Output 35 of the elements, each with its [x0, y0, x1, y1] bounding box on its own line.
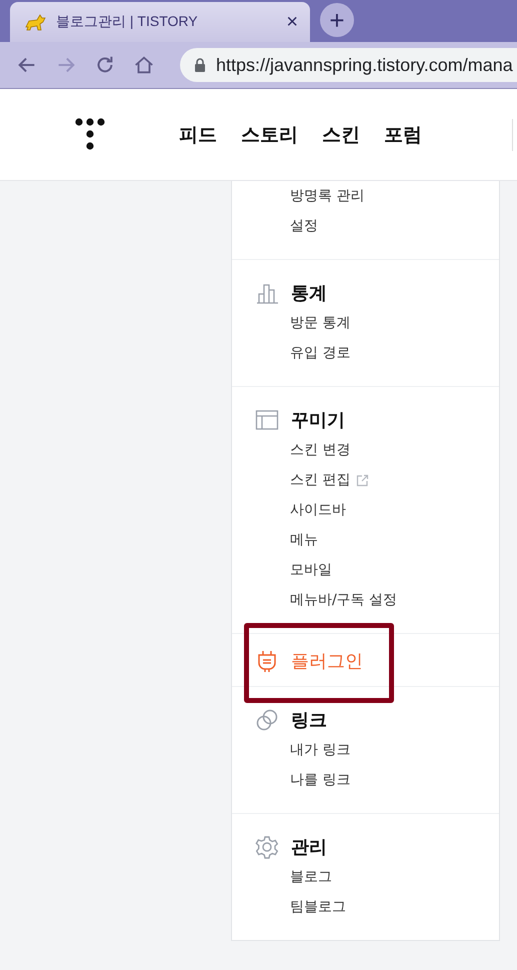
nav-link[interactable]: 포럼: [384, 122, 422, 148]
menu-link[interactable]: 나를 링크: [290, 771, 350, 789]
close-tab-button[interactable]: ×: [286, 12, 298, 32]
lock-icon: [194, 58, 206, 72]
browser-tab[interactable]: 블로그관리 | TISTORY ×: [10, 2, 310, 42]
new-tab-button[interactable]: +: [320, 3, 354, 37]
menu-link[interactable]: 모바일: [290, 561, 332, 579]
address-bar[interactable]: https://javannspring.tistory.com/mana: [180, 48, 517, 82]
section-title[interactable]: 관리: [291, 835, 327, 859]
menu-link[interactable]: 방문 통계: [290, 314, 350, 332]
layout-icon: [255, 408, 279, 432]
section-title[interactable]: 통계: [291, 281, 327, 305]
url-text: https://javannspring.tistory.com/mana: [216, 54, 513, 76]
menu-link[interactable]: 스킨 편집: [290, 471, 350, 489]
menu-link[interactable]: 내가 링크: [290, 741, 350, 759]
cat-icon: [24, 13, 46, 31]
nav-link[interactable]: 스킨: [322, 122, 360, 148]
home-icon[interactable]: [133, 54, 155, 76]
menu-link[interactable]: 설정: [290, 217, 318, 235]
link-icon: [255, 708, 279, 732]
nav-link[interactable]: 피드: [179, 122, 217, 148]
logo-icon[interactable]: [74, 116, 106, 152]
menu-link[interactable]: 메뉴: [290, 531, 318, 549]
menu-link[interactable]: 팀블로그: [290, 898, 346, 916]
nav-link[interactable]: 스토리: [241, 122, 298, 148]
menu-link[interactable]: 블로그: [290, 868, 332, 886]
menu-link[interactable]: 방명록 관리: [290, 187, 364, 205]
section-title[interactable]: 꾸미기: [291, 408, 345, 432]
menu-link[interactable]: 사이드바: [290, 501, 346, 519]
menu-link[interactable]: 메뉴바/구독 설정: [290, 591, 398, 609]
settings-icon: [255, 835, 279, 859]
section-title[interactable]: 링크: [291, 708, 327, 732]
menu-link[interactable]: 스킨 변경: [290, 441, 350, 459]
menu-link[interactable]: 유입 경로: [290, 344, 350, 362]
tab-title: 블로그관리 | TISTORY: [56, 13, 199, 31]
